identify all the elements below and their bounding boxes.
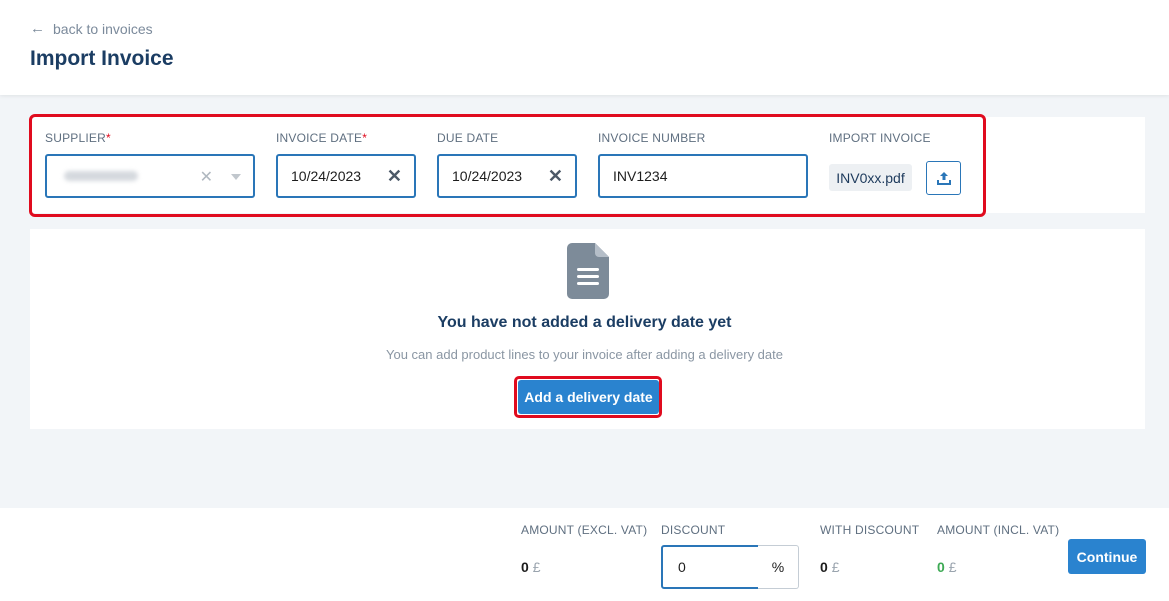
invoice-date-field[interactable]: 10/24/2023 ✕ [276, 154, 416, 198]
document-icon [567, 243, 609, 299]
amount-incl-vat-value: 0 £ [937, 559, 957, 575]
due-date-field[interactable]: 10/24/2023 ✕ [437, 154, 577, 198]
clear-x-icon[interactable]: ✕ [387, 166, 402, 187]
import-invoice-label: IMPORT INVOICE [829, 131, 931, 145]
page-title: Import Invoice [30, 47, 174, 70]
amount-excl-vat-value: 0 £ [521, 559, 541, 575]
invoice-date-value: 10/24/2023 [291, 168, 362, 184]
supplier-label: SUPPLIER* [45, 131, 111, 145]
empty-state-subtitle: You can add product lines to your invoic… [385, 347, 783, 362]
add-delivery-date-button[interactable]: Add a delivery date [518, 380, 659, 414]
upload-icon [936, 172, 951, 185]
invoice-date-label: INVOICE DATE* [276, 131, 368, 145]
amount-incl-vat-label: AMOUNT (INCL. VAT) [937, 523, 1060, 537]
continue-button[interactable]: Continue [1068, 539, 1146, 574]
back-to-invoices-link[interactable]: ← back to invoices [30, 20, 153, 37]
empty-state-title: You have not added a delivery date yet [437, 314, 732, 331]
with-discount-value: 0 £ [820, 559, 840, 575]
invoice-number-input[interactable]: INV1234 [598, 154, 808, 198]
arrow-left-icon: ← [30, 20, 45, 37]
page-header: ← back to invoices Import Invoice [0, 0, 1169, 95]
discount-unit-toggle[interactable]: % [758, 545, 799, 589]
amount-excl-vat-label: AMOUNT (EXCL. VAT) [521, 523, 648, 537]
with-discount-label: WITH DISCOUNT [820, 523, 920, 537]
clear-x-icon[interactable]: ✕ [548, 166, 563, 187]
discount-input[interactable]: 0 [661, 545, 760, 589]
invoice-number-label: INVOICE NUMBER [598, 131, 706, 145]
invoice-number-value: INV1234 [613, 168, 668, 184]
discount-label: DISCOUNT [661, 523, 726, 537]
supplier-select[interactable]: ✕ [45, 154, 255, 198]
supplier-value-redacted [64, 171, 138, 181]
discount-value: 0 [678, 559, 686, 575]
upload-button[interactable] [926, 161, 961, 195]
due-date-value: 10/24/2023 [452, 168, 523, 184]
dropdown-caret-icon[interactable] [231, 174, 241, 180]
totals-footer [0, 508, 1169, 601]
due-date-label: DUE DATE [437, 131, 499, 145]
back-link-label: back to invoices [53, 20, 153, 37]
clear-x-icon[interactable]: ✕ [200, 167, 213, 187]
imported-file-chip[interactable]: INV0xx.pdf [829, 164, 912, 191]
